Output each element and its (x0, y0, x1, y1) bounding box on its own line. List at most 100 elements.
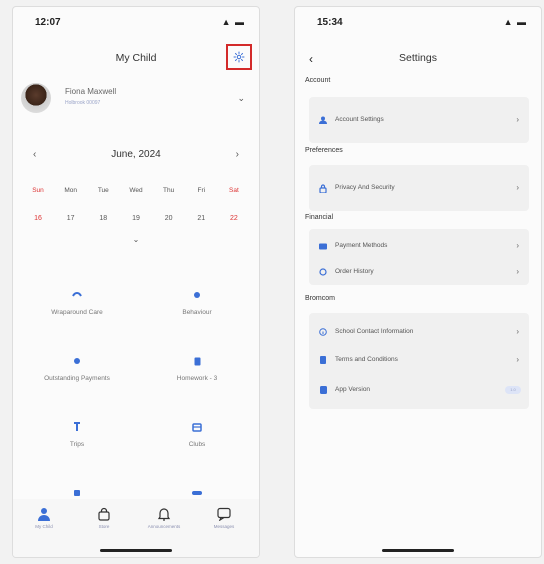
calendar-date[interactable]: 22 (221, 215, 247, 222)
calendar-header: ‹ June, 2024 › (13, 149, 259, 165)
phone-icon (319, 386, 327, 394)
bottom-nav: My Child Store Announcements Messages (13, 499, 259, 557)
terms-conditions-row[interactable]: Terms and Conditions › (309, 349, 529, 371)
calendar-date[interactable]: 16 (25, 215, 51, 222)
bell-icon (157, 508, 171, 521)
child-selector[interactable]: Fiona Maxwell Holbrook 00097 ⌄ (21, 83, 251, 123)
bag-icon (98, 507, 110, 521)
tile-label: Wraparound Care (51, 309, 103, 316)
document-icon (319, 356, 327, 364)
child-name: Fiona Maxwell (65, 87, 117, 96)
section-account: Account (305, 77, 331, 84)
wraparound-icon (71, 289, 83, 301)
row-label: Terms and Conditions (335, 356, 398, 363)
calendar-date[interactable]: 20 (156, 215, 182, 222)
nav-label: My Child (35, 524, 53, 529)
chevron-down-icon: ⌄ (237, 93, 245, 103)
preferences-group: Privacy And Security › (309, 165, 529, 211)
payments-icon (71, 355, 83, 367)
payment-methods-row[interactable]: Payment Methods › (309, 235, 529, 257)
status-bar: 15:34 ▲ ▬ (295, 7, 541, 37)
school-contact-row[interactable]: School Contact Information › (309, 321, 529, 343)
calendar-date[interactable]: 18 (90, 215, 116, 222)
more-icon (191, 487, 203, 499)
weekday-label: Tue (97, 187, 109, 194)
weekday-label: Sat (229, 187, 239, 194)
weekday-label: Mon (64, 187, 77, 194)
section-financial: Financial (305, 214, 334, 221)
status-time: 12:07 (35, 17, 61, 28)
settings-button[interactable] (226, 44, 252, 70)
calendar-date[interactable]: 19 (123, 215, 149, 222)
chevron-right-icon: › (516, 327, 519, 336)
tile-trips[interactable]: Trips (17, 407, 137, 473)
weekday-label: Thu (163, 187, 175, 194)
tile-homework[interactable]: Homework - 3 (137, 341, 257, 407)
tile-label: Trips (69, 441, 85, 448)
financial-group: Payment Methods › Order History › (309, 229, 529, 285)
account-group: Account Settings › (309, 97, 529, 143)
app-version-row: App Version 1.0 (309, 379, 529, 401)
chat-icon (217, 507, 231, 521)
row-label: Order History (335, 268, 374, 275)
status-bar: 12:07 ▲ ▬ (13, 7, 259, 37)
chevron-right-icon: › (516, 183, 519, 192)
tile-behaviour[interactable]: Behaviour (137, 275, 257, 341)
person-icon (38, 508, 50, 521)
calendar-weekdays: Sun Mon Tue Wed Thu Fri Sat (25, 187, 247, 194)
nav-announcements[interactable]: Announcements (139, 507, 189, 529)
page-title: Settings (399, 52, 437, 64)
row-label: School Contact Information (335, 328, 414, 335)
my-child-screen: 12:07 ▲ ▬ My Child Fiona Maxwell Holbroo… (12, 6, 260, 558)
settings-screen: 15:34 ▲ ▬ ‹ Settings Account Account Set… (294, 6, 542, 558)
status-time: 15:34 (317, 17, 343, 28)
avatar (21, 83, 51, 113)
weekday-label: Wed (129, 187, 143, 194)
gear-icon (233, 51, 245, 63)
lock-icon (319, 183, 327, 193)
homework-icon (191, 355, 203, 367)
tile-wraparound-care[interactable]: Wraparound Care (17, 275, 137, 341)
nav-label: Store (98, 524, 110, 529)
calendar-date[interactable]: 17 (58, 215, 84, 222)
chevron-right-icon: › (516, 115, 519, 124)
account-settings-row[interactable]: Account Settings › (309, 109, 529, 131)
weekday-label: Sun (32, 187, 44, 194)
weekday-label: Fri (197, 187, 206, 194)
chevron-right-icon: › (516, 355, 519, 364)
row-label: Payment Methods (335, 242, 388, 249)
tile-outstanding-payments[interactable]: Outstanding Payments (17, 341, 137, 407)
calendar-dates: 16 17 18 19 20 21 22 (25, 215, 247, 222)
privacy-security-row[interactable]: Privacy And Security › (309, 177, 529, 199)
clubs-icon (191, 421, 203, 433)
info-icon (319, 328, 327, 336)
calendar-date[interactable]: 21 (188, 215, 214, 222)
tile-label: Homework - 3 (176, 375, 218, 382)
home-indicator (100, 549, 172, 552)
order-history-row[interactable]: Order History › (309, 261, 529, 283)
nav-my-child[interactable]: My Child (19, 507, 69, 529)
tile-label: Clubs (188, 441, 206, 448)
row-label: App Version (335, 386, 371, 393)
bromcom-group: School Contact Information › Terms and C… (309, 313, 529, 409)
more-icon (71, 487, 83, 499)
calendar-next-button[interactable]: › (236, 149, 239, 160)
nav-store[interactable]: Store (79, 507, 129, 529)
wifi-battery-icon: ▲ ▬ (221, 17, 245, 27)
tile-label: Behaviour (182, 309, 212, 316)
trips-icon (71, 421, 83, 433)
nav-messages[interactable]: Messages (199, 507, 249, 529)
tile-clubs[interactable]: Clubs (137, 407, 257, 473)
app-version-badge: 1.0 (505, 386, 521, 394)
wifi-battery-icon: ▲ ▬ (503, 17, 527, 27)
section-preferences: Preferences (305, 147, 343, 154)
section-bromcom: Bromcom (305, 295, 335, 302)
calendar-month: June, 2024 (111, 149, 161, 160)
card-icon (319, 242, 327, 250)
history-icon (319, 268, 327, 276)
tile-label: Outstanding Payments (44, 375, 110, 382)
calendar-expand-button[interactable]: ⌄ (13, 235, 259, 244)
child-subtitle: Holbrook 00097 (65, 100, 101, 106)
chevron-right-icon: › (516, 241, 519, 250)
user-icon (319, 116, 327, 124)
